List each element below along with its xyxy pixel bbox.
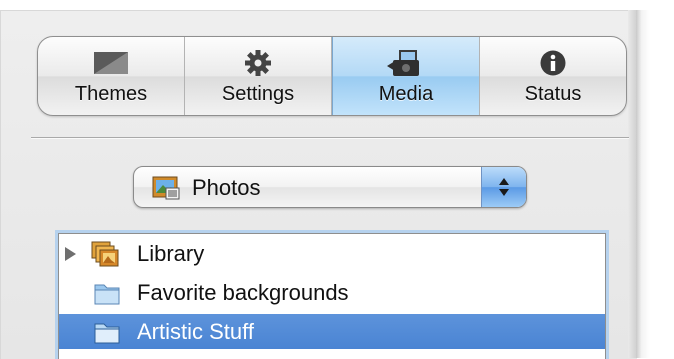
panel-shadow: [636, 10, 650, 358]
list-item-label: Artistic Stuff: [137, 319, 254, 344]
source-popup-label: Photos: [192, 175, 261, 200]
tab-status-label: Status: [524, 83, 582, 105]
tab-media[interactable]: Media: [332, 37, 480, 115]
disclosure-triangle-icon[interactable]: [65, 247, 76, 261]
panel-edge: [628, 10, 636, 358]
separator-highlight: [31, 138, 629, 139]
media-icon: [387, 49, 425, 77]
list-item-label: Favorite backgrounds: [137, 280, 349, 305]
list-item-artistic-stuff[interactable]: Artistic Stuff: [59, 314, 605, 349]
source-popup-button[interactable]: Photos: [133, 166, 527, 208]
tab-settings[interactable]: Settings: [185, 37, 332, 115]
tab-settings-label: Settings: [221, 83, 295, 105]
photo-library-icon: [91, 240, 121, 273]
folder-icon: [93, 319, 121, 350]
info-icon: [539, 49, 567, 77]
themes-icon: [93, 49, 129, 77]
folder-icon: [93, 280, 121, 311]
list-item-library[interactable]: Library: [59, 236, 605, 271]
list-item-favorite-backgrounds[interactable]: Favorite backgrounds: [59, 275, 605, 310]
tab-segmented-control: Themes Settings Media Status: [37, 36, 627, 116]
tab-themes[interactable]: Themes: [38, 37, 185, 115]
popup-arrows-icon: [481, 167, 526, 207]
tab-themes-label: Themes: [74, 83, 148, 105]
media-source-list[interactable]: Library Favorite backgrounds Artistic St…: [58, 233, 606, 359]
list-item-label: Library: [137, 241, 205, 266]
tab-media-label: Media: [378, 83, 434, 105]
tab-status[interactable]: Status: [480, 37, 626, 115]
gear-icon: [244, 49, 272, 77]
photos-icon: [152, 176, 180, 205]
